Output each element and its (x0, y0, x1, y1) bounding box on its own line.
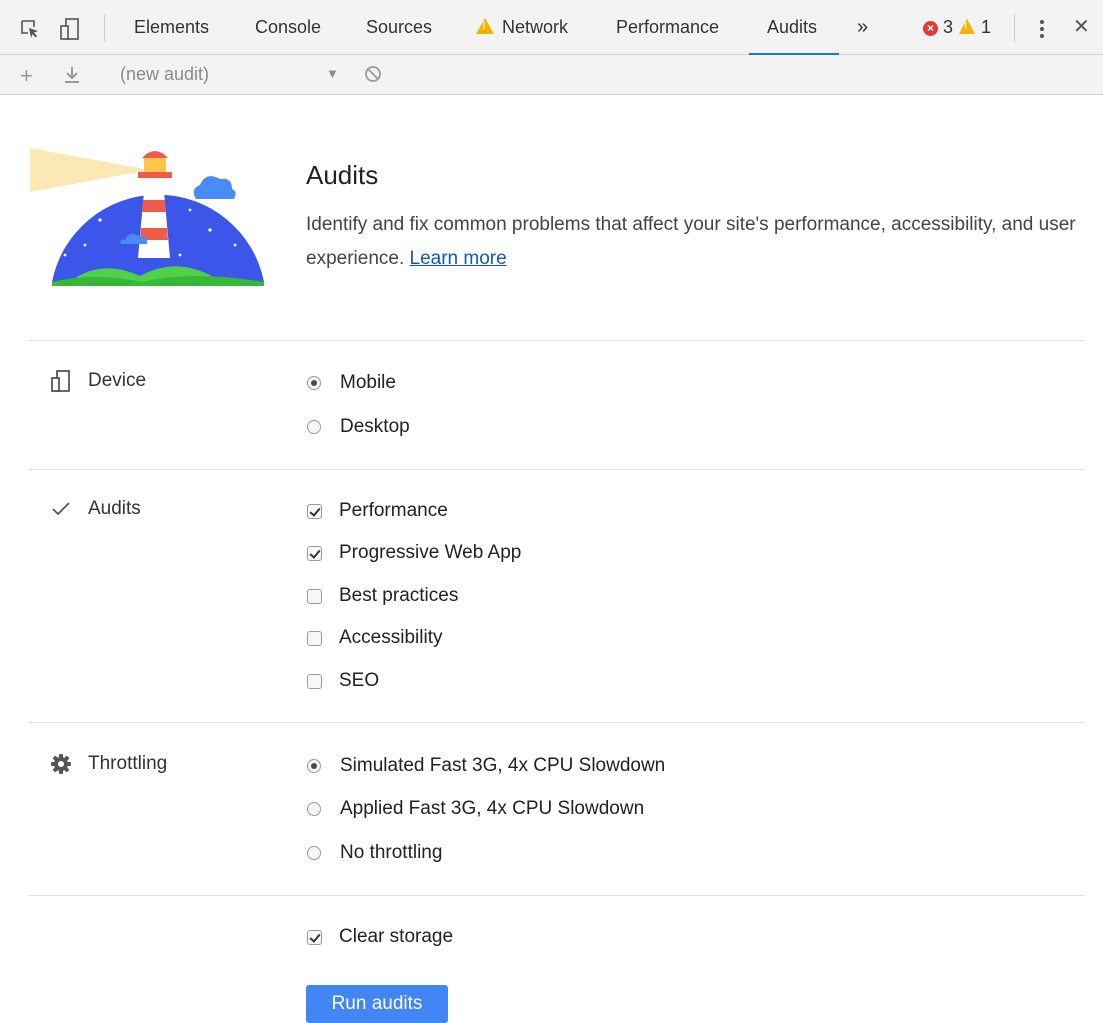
tab-elements[interactable]: Elements (134, 0, 209, 55)
gear-icon (48, 753, 74, 775)
option-label: Performance (339, 500, 448, 521)
toolbar-divider (104, 14, 105, 42)
audit-option-seo[interactable]: SEO (307, 668, 379, 694)
audits-section-label: Audits (48, 498, 141, 520)
checkbox[interactable] (307, 588, 322, 604)
throttling-option-applied[interactable]: Applied Fast 3G, 4x CPU Slowdown (307, 796, 644, 822)
toolbar-divider (1014, 14, 1015, 42)
device-option-mobile[interactable]: Mobile (307, 370, 396, 396)
clear-icon[interactable] (364, 65, 382, 88)
run-audits-button[interactable]: Run audits (306, 985, 448, 1023)
download-icon[interactable] (64, 66, 80, 89)
more-options-icon[interactable] (1030, 17, 1054, 41)
section-divider (28, 469, 1085, 470)
more-tabs-button[interactable]: » (857, 0, 868, 55)
throttling-label: Throttling (88, 753, 168, 774)
device-toolbar-icon[interactable] (58, 17, 82, 41)
learn-more-link[interactable]: Learn more (410, 248, 507, 269)
warning-count: 1 (981, 17, 992, 37)
close-button[interactable]: ✕ (1073, 0, 1090, 55)
error-icon: × (923, 21, 938, 36)
radio-button[interactable] (307, 802, 321, 816)
lighthouse-logo (30, 140, 270, 295)
audits-label: Audits (88, 498, 141, 519)
device-icon (48, 370, 74, 392)
page-description: Identify and fix common problems that af… (306, 208, 1096, 276)
inspect-element-icon[interactable] (18, 17, 42, 41)
radio-button[interactable] (307, 420, 321, 434)
tab-sources[interactable]: Sources (366, 0, 432, 55)
radio-button[interactable] (307, 759, 321, 773)
audit-option-accessibility[interactable]: Accessibility (307, 625, 442, 651)
checkbox[interactable] (307, 673, 322, 689)
option-label: Desktop (340, 416, 410, 437)
option-label: Clear storage (339, 926, 454, 947)
warning-icon (476, 18, 494, 34)
audit-option-performance[interactable]: Performance (307, 498, 448, 524)
warning-icon (959, 19, 976, 34)
add-audit-icon[interactable]: + (20, 63, 33, 89)
option-label: Progressive Web App (339, 542, 522, 563)
section-divider (28, 895, 1085, 896)
radio-button[interactable] (307, 376, 321, 390)
option-label: Mobile (340, 372, 396, 393)
throttling-section-label: Throttling (48, 753, 167, 775)
audits-toolbar: + (new audit) ▼ (0, 55, 1103, 95)
clear-storage-option[interactable]: Clear storage (307, 924, 453, 950)
checkbox[interactable] (307, 545, 322, 561)
audit-option-best-practices[interactable]: Best practices (307, 583, 458, 609)
error-count: 3 (943, 17, 954, 37)
tab-network[interactable]: Network (476, 0, 568, 55)
page-title: Audits (306, 160, 379, 190)
radio-button[interactable] (307, 846, 321, 860)
audit-option-pwa[interactable]: Progressive Web App (307, 540, 521, 566)
option-label: Best practices (339, 585, 459, 606)
audit-select[interactable]: (new audit) (120, 64, 209, 85)
option-label: Applied Fast 3G, 4x CPU Slowdown (340, 798, 645, 819)
throttling-option-simulated[interactable]: Simulated Fast 3G, 4x CPU Slowdown (307, 753, 665, 779)
option-label: Accessibility (339, 627, 443, 648)
device-section-label: Device (48, 370, 146, 392)
device-label: Device (88, 370, 147, 391)
section-divider (28, 722, 1085, 723)
section-divider (28, 340, 1085, 341)
tab-console[interactable]: Console (255, 0, 321, 55)
checkbox[interactable] (307, 630, 322, 646)
error-warning-counter[interactable]: × 3 1 (923, 0, 991, 55)
option-label: SEO (339, 670, 380, 691)
option-label: No throttling (340, 842, 443, 863)
checkbox[interactable] (307, 503, 322, 519)
checkmark-icon (48, 501, 74, 517)
device-option-desktop[interactable]: Desktop (307, 414, 410, 440)
option-label: Simulated Fast 3G, 4x CPU Slowdown (340, 755, 666, 776)
checkbox[interactable] (307, 929, 322, 945)
throttling-option-none[interactable]: No throttling (307, 840, 442, 866)
devtools-tab-bar: Elements Console Sources Network Perform… (0, 0, 1103, 55)
tab-performance[interactable]: Performance (616, 0, 719, 55)
tab-audits[interactable]: Audits (748, 0, 840, 55)
chevron-down-icon[interactable]: ▼ (326, 66, 339, 81)
tab-network-label: Network (502, 17, 569, 37)
